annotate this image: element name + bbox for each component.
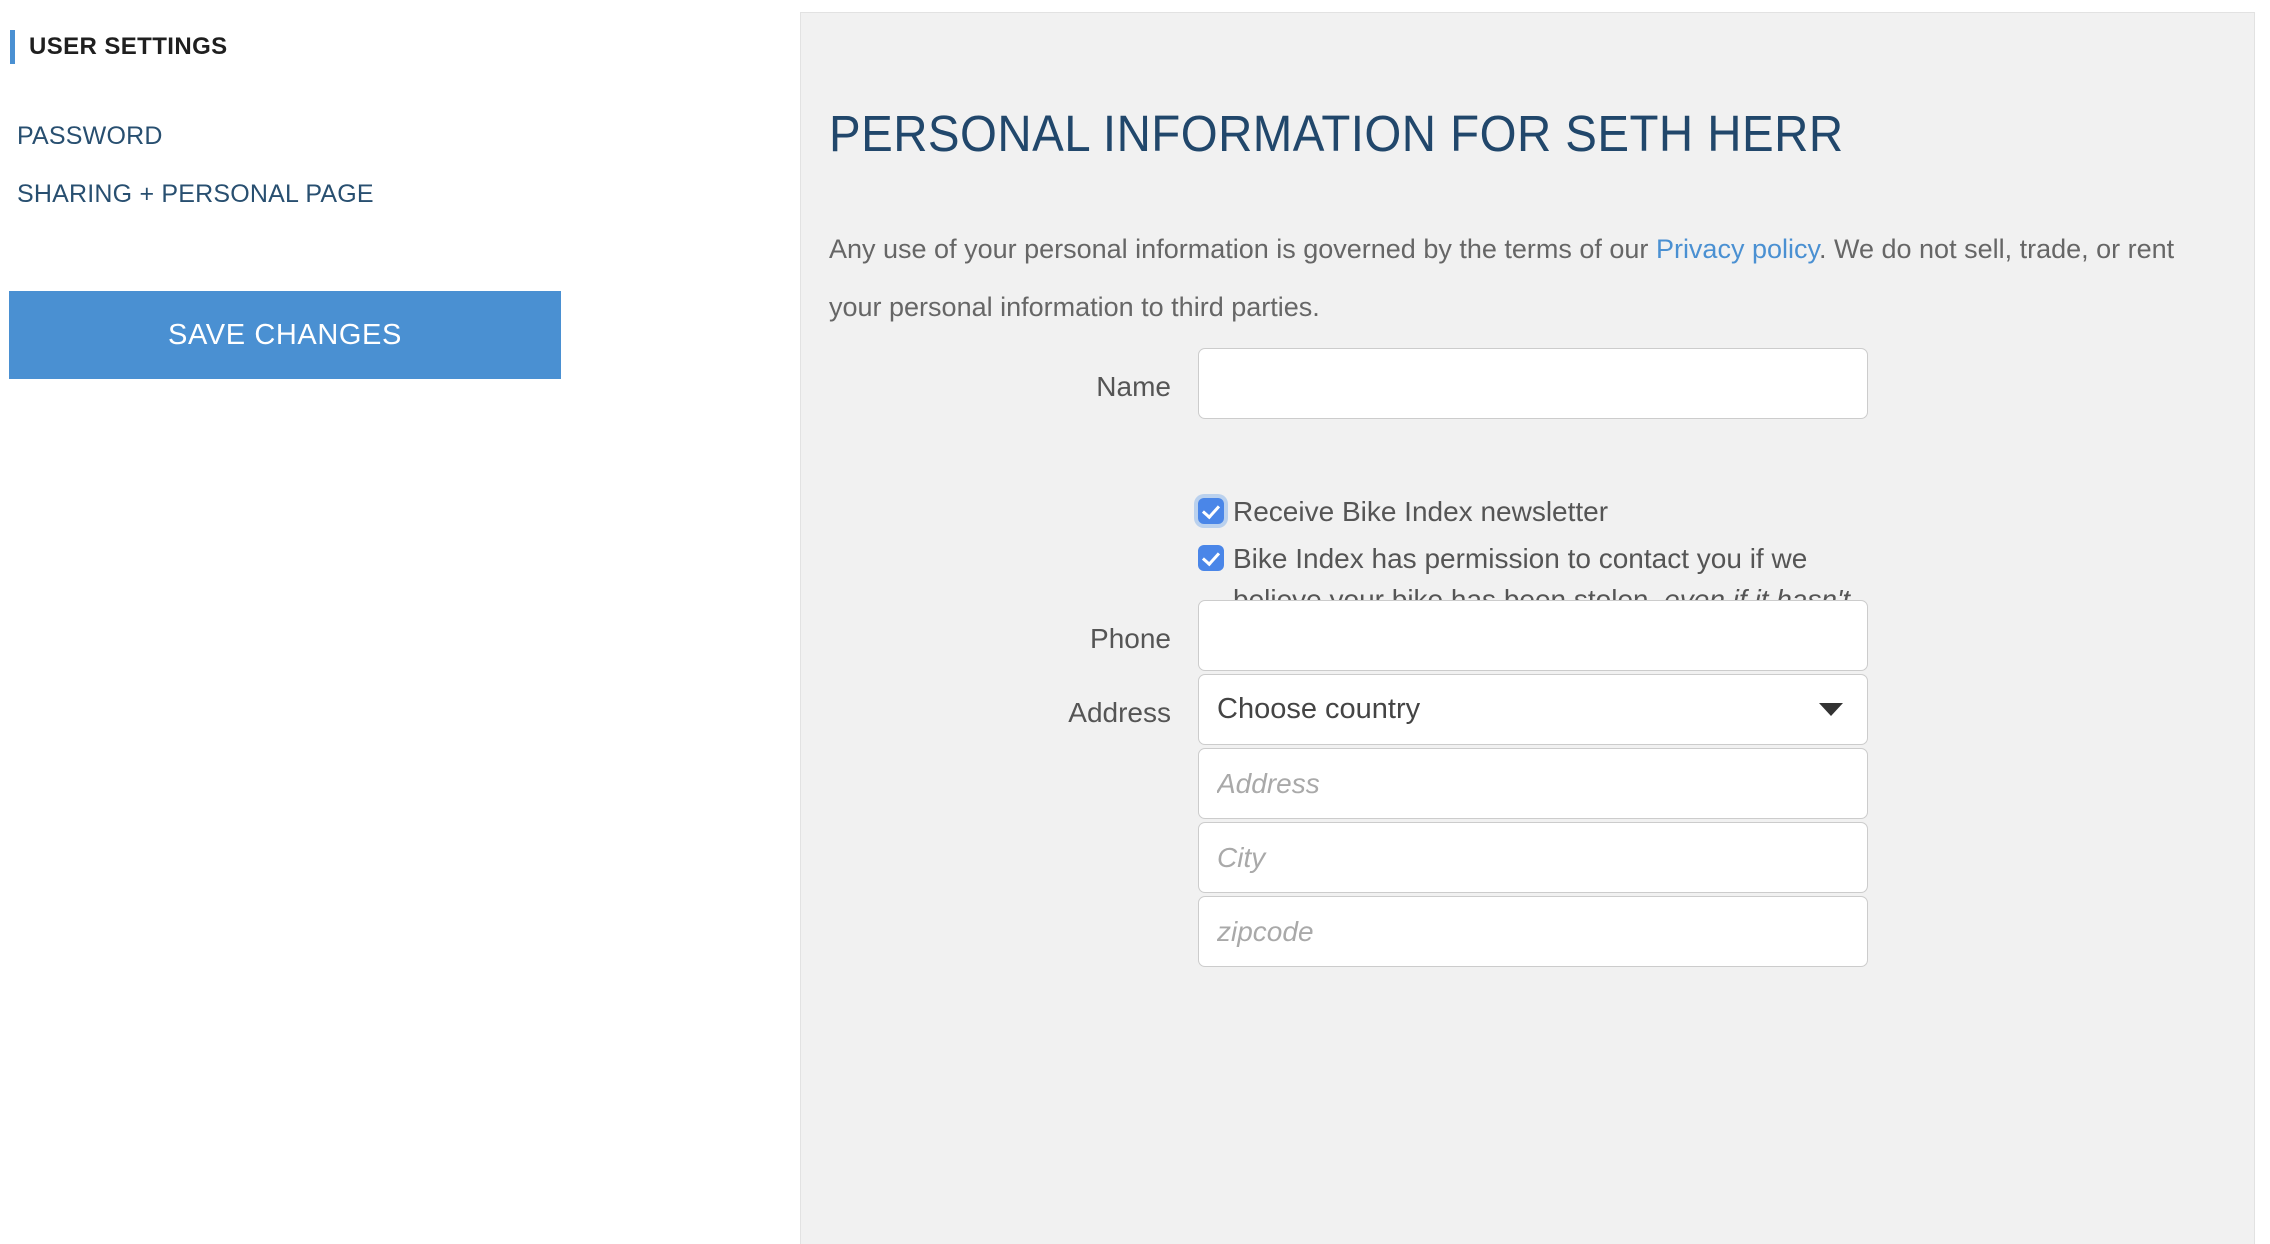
page-title: PERSONAL INFORMATION FOR SETH HERR — [829, 105, 1844, 162]
privacy-intro-text: Any use of your personal information is … — [829, 220, 2229, 336]
accent-bar-icon — [10, 30, 15, 64]
phone-input[interactable] — [1198, 600, 1868, 671]
newsletter-checkbox[interactable] — [1198, 498, 1224, 524]
phone-label: Phone — [1090, 623, 1171, 654]
sidebar-item-password[interactable]: PASSWORD — [17, 124, 163, 149]
sidebar-item-sharing-personal-page[interactable]: SHARING + PERSONAL PAGE — [17, 182, 374, 207]
newsletter-checkbox-label: Receive Bike Index newsletter — [1233, 496, 1609, 527]
chevron-down-icon — [1819, 703, 1843, 716]
sidebar-heading: USER SETTINGS — [10, 30, 228, 64]
privacy-policy-link[interactable]: Privacy policy — [1656, 234, 1819, 264]
newsletter-checkbox-row[interactable]: Receive Bike Index newsletter — [1198, 491, 1608, 532]
city-input[interactable] — [1198, 822, 1868, 893]
country-select-value: Choose country — [1217, 693, 1421, 725]
intro-text-before: Any use of your personal information is … — [829, 234, 1656, 264]
sidebar: USER SETTINGS PASSWORD SHARING + PERSONA… — [0, 0, 800, 1244]
address-input[interactable] — [1198, 748, 1868, 819]
settings-page: USER SETTINGS PASSWORD SHARING + PERSONA… — [0, 0, 2270, 1244]
country-select[interactable]: Choose country — [1198, 674, 1868, 745]
address-label: Address — [1068, 697, 1171, 728]
personal-information-panel: PERSONAL INFORMATION FOR SETH HERR Any u… — [800, 12, 2255, 1244]
contact-permission-checkbox[interactable] — [1198, 545, 1224, 571]
sidebar-heading-label: USER SETTINGS — [29, 33, 228, 60]
name-label: Name — [1096, 371, 1171, 402]
zipcode-input[interactable] — [1198, 896, 1868, 967]
save-changes-button[interactable]: SAVE CHANGES — [9, 291, 561, 379]
name-input[interactable] — [1198, 348, 1868, 419]
